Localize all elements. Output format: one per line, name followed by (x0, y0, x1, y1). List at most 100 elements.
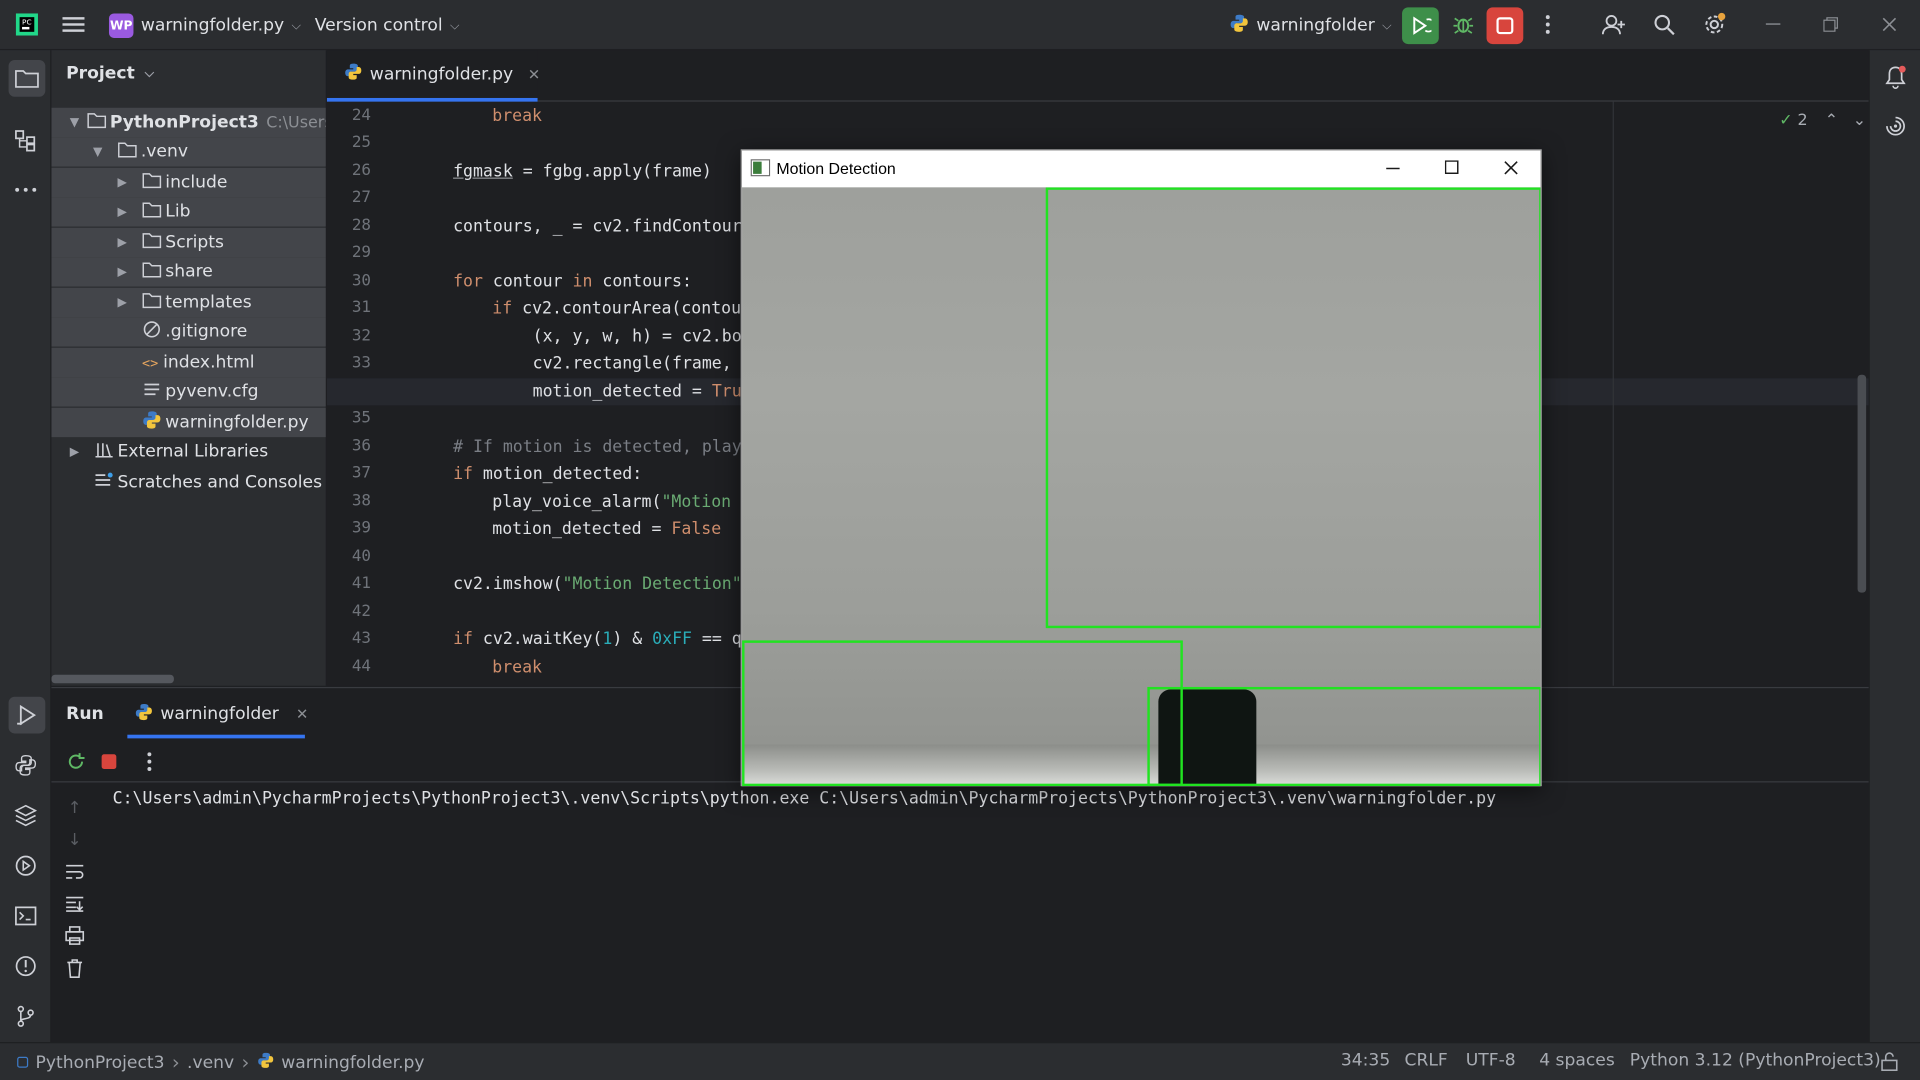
tree-item-scripts[interactable]: ▶ Scripts (51, 227, 326, 258)
breadcrumb-item[interactable]: PythonProject3 (36, 1052, 165, 1072)
tree-item-gitignore[interactable]: .gitignore (51, 317, 326, 347)
search-icon[interactable] (1647, 7, 1681, 41)
arrow-down-icon[interactable]: ↓ (58, 823, 92, 857)
problems-icon[interactable] (9, 949, 43, 983)
settings-gear-icon[interactable] (1697, 7, 1731, 41)
tree-item-warningfolder-py[interactable]: warningfolder.py (51, 407, 326, 438)
python-packages-icon[interactable] (9, 798, 43, 832)
more-tools-icon[interactable] (9, 173, 43, 207)
minimize-icon[interactable] (1756, 7, 1790, 41)
folder-icon (87, 112, 107, 133)
window-maximize-icon[interactable] (1444, 160, 1460, 178)
structure-icon[interactable] (9, 124, 43, 158)
tree-item-scratches[interactable]: Scratches and Consoles (51, 468, 325, 497)
restore-icon[interactable] (1813, 7, 1847, 41)
motion-box-3 (1147, 686, 1541, 787)
window-minimize-icon[interactable] (1386, 159, 1401, 180)
motion-detection-window[interactable]: Motion Detection (740, 149, 1542, 787)
line-number: 24 (351, 106, 372, 125)
tree-item-external-libraries[interactable]: ▶ External Libraries (51, 437, 325, 466)
trash-icon[interactable] (58, 951, 92, 985)
tree-item-venv[interactable]: ▼ .venv (51, 137, 326, 167)
breadcrumb-item[interactable]: warningfolder.py (281, 1052, 424, 1072)
debug-button[interactable] (1446, 7, 1480, 41)
arrow-up-icon[interactable]: ↑ (58, 791, 92, 825)
rerun-icon (1413, 16, 1432, 35)
run-config-selector[interactable]: warningfolder ⌵ (1229, 10, 1391, 42)
add-user-icon[interactable] (1597, 7, 1631, 41)
python-interpreter[interactable]: Python 3.12 (PythonProject3) (1630, 1051, 1881, 1071)
tree-item-lib[interactable]: ▶ Lib (51, 197, 326, 227)
horizontal-scrollbar[interactable] (51, 674, 174, 684)
window-close-icon[interactable] (1504, 160, 1519, 178)
python-console-icon[interactable] (9, 748, 43, 782)
tab-close-icon[interactable]: ✕ (528, 66, 540, 83)
ai-assistant-icon[interactable] (1878, 109, 1912, 143)
breadcrumb-item[interactable]: .venv (187, 1052, 234, 1072)
tree-item-include[interactable]: ▶ include (51, 167, 326, 198)
run-tool-icon[interactable] (8, 696, 46, 734)
inspection-widget[interactable]: ✓ 2 ⌃ ⌄ (1779, 111, 1866, 129)
tree-label: include (165, 172, 228, 193)
run-tab-warningfolder[interactable]: warningfolder ✕ (127, 693, 308, 739)
folder-icon (142, 292, 162, 313)
project-panel-header[interactable]: Project ⌵ (66, 64, 154, 84)
tree-item-templates[interactable]: ▶ templates (51, 287, 326, 318)
editor-tab-warningfolder[interactable]: warningfolder.py ✕ (326, 50, 540, 102)
python-file-icon (344, 62, 362, 85)
tree-item-project-root[interactable]: ▼ PythonProject3 C:\Users\ (51, 107, 326, 138)
line-number: 41 (351, 574, 372, 593)
more-options-icon[interactable] (132, 744, 166, 778)
close-icon[interactable] (1872, 7, 1906, 41)
project-switcher[interactable]: WP warningfolder.py ⌵ (108, 10, 301, 42)
file-encoding[interactable]: UTF-8 (1466, 1051, 1516, 1071)
tree-item-index-html[interactable]: <> index.html (51, 347, 326, 378)
code-line-26: fgmask = fgbg.apply(frame) (453, 161, 712, 182)
tree-label: Lib (165, 202, 191, 222)
services-icon[interactable] (9, 849, 43, 883)
tree-item-pyvenv-cfg[interactable]: pyvenv.cfg (51, 377, 326, 407)
indent-setting[interactable]: 4 spaces (1539, 1051, 1615, 1071)
soft-wrap-icon[interactable] (58, 855, 92, 889)
more-actions-icon[interactable] (1531, 7, 1565, 41)
chevron-down-icon: ▼ (69, 115, 80, 130)
window-app-icon (750, 159, 771, 180)
project-tool-icon[interactable] (8, 60, 46, 97)
code-line-44: break (492, 657, 543, 678)
motion-window-titlebar[interactable]: Motion Detection (742, 150, 1541, 188)
stop-button[interactable] (1486, 7, 1524, 45)
vcs-label: Version control (314, 15, 443, 36)
rerun-button[interactable] (1402, 7, 1439, 45)
lock-icon[interactable] (1881, 1052, 1898, 1076)
ignore-file-icon (142, 320, 162, 344)
chevron-down-icon[interactable]: ⌄ (1853, 111, 1866, 129)
main-menu-icon[interactable] (56, 7, 90, 41)
code-line-37: if motion_detected: (453, 464, 643, 484)
line-number: 37 (351, 464, 372, 483)
chevron-up-icon[interactable]: ⌃ (1825, 111, 1838, 129)
console-output[interactable]: C:\Users\admin\PycharmProjects\PythonPro… (113, 786, 1496, 810)
inspection-count: 2 (1797, 111, 1808, 130)
caret-position[interactable]: 34:35 (1341, 1051, 1390, 1071)
stop-icon[interactable] (92, 744, 126, 778)
tree-label: index.html (163, 352, 255, 373)
tree-label: PythonProject3 (109, 112, 259, 133)
python-file-icon (142, 410, 162, 434)
folder-icon (142, 261, 162, 282)
print-icon[interactable] (58, 918, 92, 952)
vertical-scrollbar[interactable] (1857, 374, 1867, 593)
git-branch-icon[interactable] (9, 999, 43, 1033)
scroll-to-end-icon[interactable] (58, 887, 92, 921)
tab-close-icon[interactable]: ✕ (296, 705, 308, 722)
line-separator[interactable]: CRLF (1405, 1051, 1448, 1071)
rerun-icon[interactable] (59, 744, 93, 778)
tree-item-share[interactable]: ▶ share (51, 257, 326, 287)
line-number: 27 (351, 188, 372, 207)
code-line-24: break (492, 106, 543, 127)
terminal-icon[interactable] (9, 899, 43, 933)
notifications-bell-icon[interactable] (1878, 60, 1912, 94)
line-number: 44 (351, 657, 372, 676)
tree-label: .venv (140, 142, 188, 162)
folder-icon (118, 141, 138, 162)
version-control-menu[interactable]: Version control ⌵ (315, 10, 460, 42)
